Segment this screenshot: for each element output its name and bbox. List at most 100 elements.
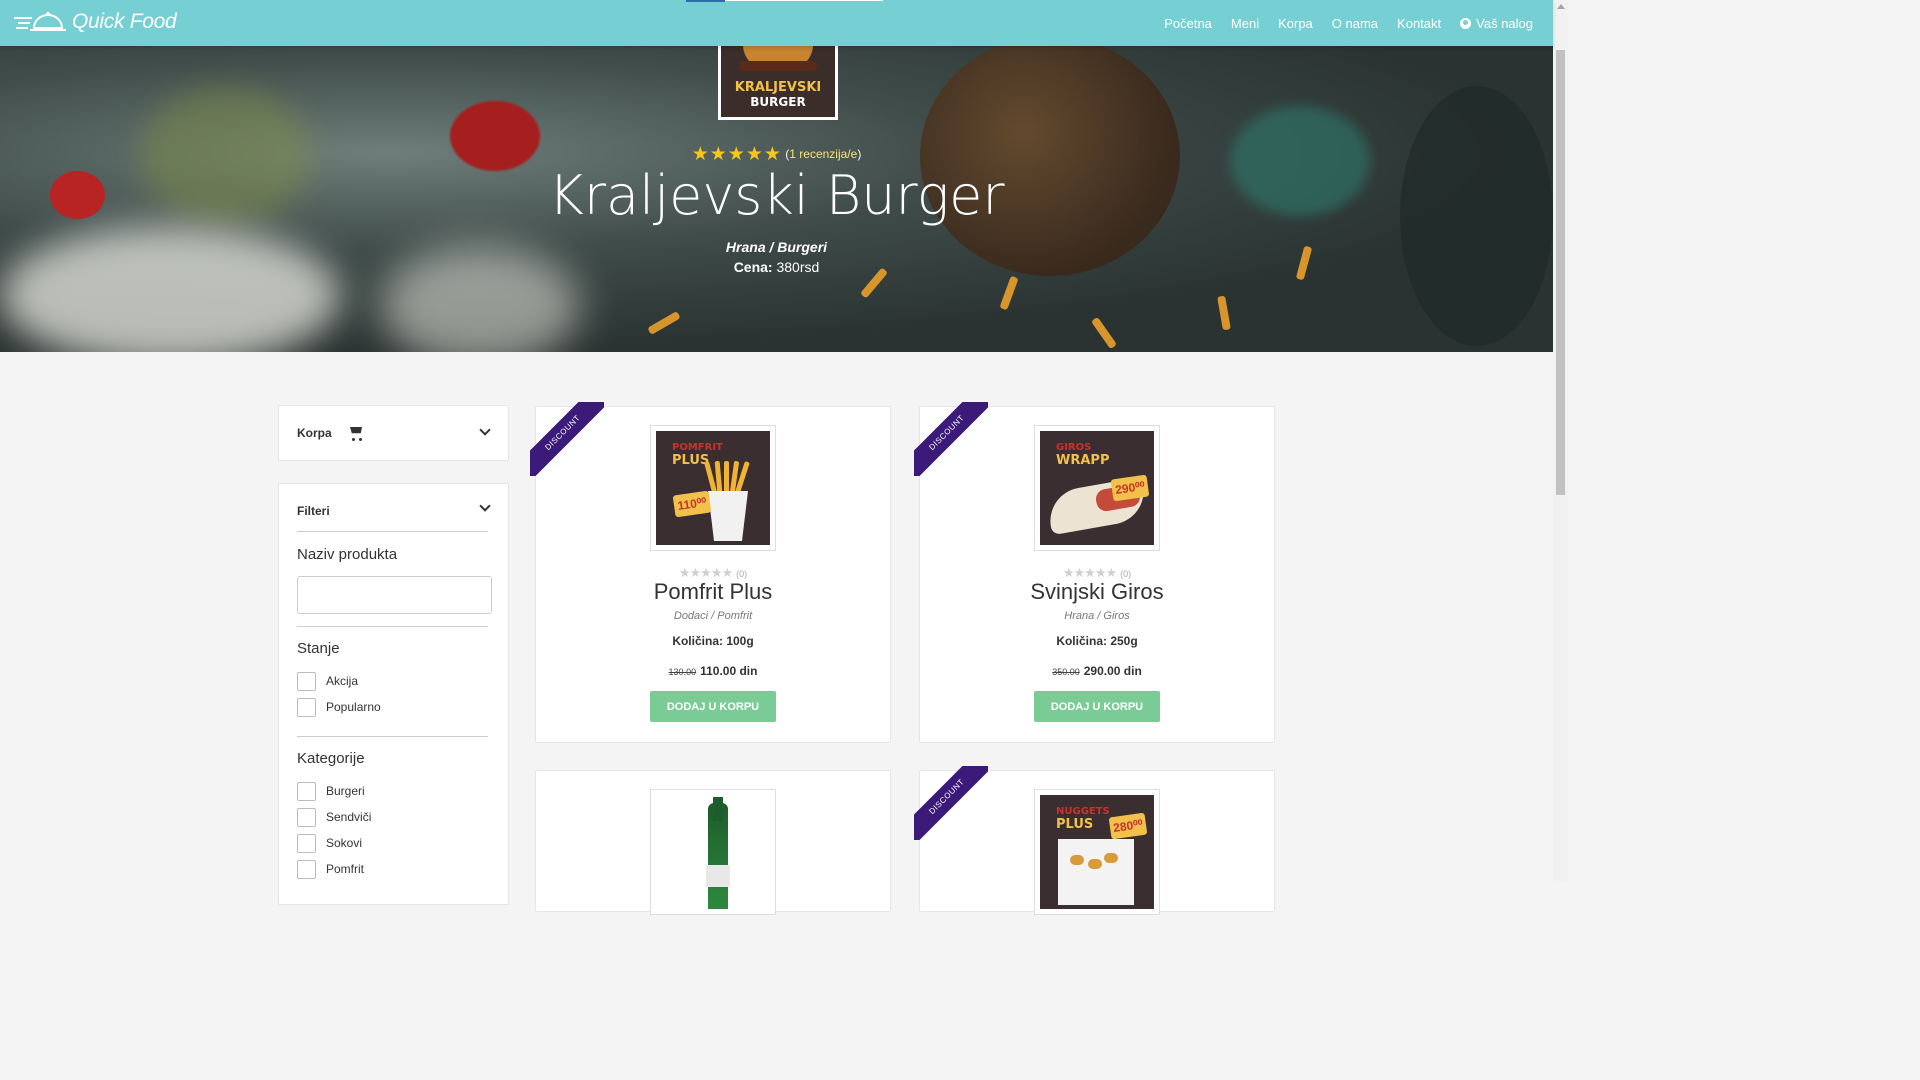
product-category: Hrana / Giros (1064, 610, 1130, 622)
categories-title: Kategorije (297, 750, 365, 767)
star-icon: ★ (727, 144, 746, 165)
star-icon: ★ (763, 144, 782, 165)
user-circle-icon (1460, 17, 1472, 29)
status-option-popularno[interactable]: Popularno (297, 697, 381, 717)
nav-cart[interactable]: Korpa (1278, 16, 1313, 31)
navbar: Quick Food Početna Meni Korpa O nama Kon… (0, 0, 1553, 46)
checkbox[interactable] (297, 671, 316, 691)
image-label-main: WRAPP (1056, 453, 1110, 468)
cart-wheel-shape (359, 438, 362, 441)
main-nav: Početna Meni Korpa O nama Kontakt Vaš na… (1145, 0, 1533, 46)
filters-title: Filteri (297, 504, 330, 518)
add-to-cart-button[interactable]: DODAJ U KORPU (1034, 691, 1160, 722)
hero-image-label: KRALJEVSKI BURGER (721, 81, 835, 110)
divider (297, 626, 488, 627)
image-label: GIROS WRAPP (1056, 441, 1109, 467)
nugget-box-shape (1058, 839, 1134, 905)
current-price: 110.00 din (700, 664, 758, 678)
nav-menu[interactable]: Meni (1231, 16, 1259, 31)
product-card: DISCOUNT GIROS WRAPP 290⁰⁰ ★★★★★ (0) Svinj… (914, 402, 1275, 743)
image-price-tag: 280⁰⁰ (1108, 812, 1148, 840)
nugget-shape (1104, 853, 1118, 863)
review-count: (0) (736, 569, 748, 579)
review-count: (0) (1120, 569, 1132, 579)
product-image[interactable] (650, 789, 776, 915)
chevron-down-icon[interactable] (479, 424, 491, 436)
nav-about[interactable]: O nama (1332, 16, 1378, 31)
category-option-sokovi[interactable]: Sokovi (297, 833, 362, 853)
scrollbar-thumb[interactable] (1556, 50, 1565, 495)
product-name[interactable]: Pomfrit Plus (536, 579, 890, 605)
checkbox-label: Akcija (326, 674, 359, 688)
scroll-up-arrow-icon[interactable] (1557, 4, 1565, 9)
product-image[interactable]: GIROS WRAPP 290⁰⁰ (1034, 425, 1160, 551)
product-image[interactable]: NUGGETS PLUS 280⁰⁰ (1034, 789, 1160, 915)
product-price: 350.00 290.00 din (920, 664, 1274, 678)
divider (297, 531, 488, 532)
nav-home[interactable]: Početna (1164, 16, 1212, 31)
checkbox[interactable] (297, 697, 316, 717)
discount-badge: DISCOUNT (530, 402, 604, 476)
product-category: Dodaci / Pomfrit (673, 610, 753, 622)
star-icon: ★ (745, 144, 764, 165)
image-label: NUGGETS PLUS (1056, 805, 1110, 831)
product-name[interactable]: Svinjski Giros (920, 579, 1274, 605)
add-to-cart-button[interactable]: DODAJ U KORPU (650, 691, 776, 722)
nav-contact[interactable]: Kontakt (1397, 16, 1441, 31)
image-label-main: PLUS (1056, 817, 1094, 832)
checkbox[interactable] (297, 859, 316, 879)
page-scrollbar[interactable] (1553, 0, 1568, 882)
brand-name: Quick Food (72, 10, 177, 33)
bottle-label-shape (706, 865, 730, 887)
product-name-label: Naziv produkta (297, 546, 398, 563)
status-title: Stanje (297, 640, 340, 657)
checkbox-label: Burgeri (326, 784, 365, 798)
beer-bottle-shape (708, 797, 728, 909)
old-price: 350.00 (1052, 667, 1080, 677)
status-option-akcija[interactable]: Akcija (297, 671, 358, 691)
hero-product-image: KRALJEVSKI BURGER (718, 46, 838, 120)
product-image-art (656, 795, 770, 909)
category-option-sendvici[interactable]: Sendviči (297, 807, 371, 827)
product-image[interactable]: POMFRIT PLUS 110⁰⁰ (650, 425, 776, 551)
hero-rating: ★★★★★ (1 recenzija/e) (0, 143, 1553, 166)
divider (297, 736, 488, 737)
cart-wheel-shape (352, 438, 355, 441)
chevron-down-icon[interactable] (479, 500, 491, 512)
hero-bg-fry (1090, 316, 1118, 350)
category-option-burgeri[interactable]: Burgeri (297, 781, 365, 801)
nugget-shape (1088, 859, 1102, 869)
shopping-cart-icon (350, 427, 362, 434)
hero-banner: KRALJEVSKI BURGER ★★★★★ (1 recenzija/e) … (0, 46, 1553, 352)
product-title: Kraljevski Burger (548, 164, 1005, 227)
checkbox[interactable] (297, 781, 316, 801)
checkbox-label: Sendviči (326, 810, 372, 824)
checkbox[interactable] (297, 807, 316, 827)
hero-image-label-line2: BURGER (750, 95, 806, 109)
price-value: 380rsd (776, 259, 820, 275)
product-quantity: Količina: 250g (1056, 634, 1138, 648)
discount-ribbon: DISCOUNT (914, 402, 988, 476)
cart-panel[interactable]: Korpa (278, 405, 509, 461)
brand-logo[interactable]: Quick Food (14, 10, 177, 34)
filters-panel: Filteri Naziv produkta Stanje Akcija Pop… (278, 483, 509, 905)
hero-bg-fry (999, 275, 1019, 311)
product-image-art: GIROS WRAPP 290⁰⁰ (1040, 431, 1154, 545)
checkbox-label: Popularno (326, 700, 381, 714)
checkbox[interactable] (297, 833, 316, 853)
product-name-input[interactable] (297, 576, 492, 614)
category-option-pomfrit[interactable]: Pomfrit (297, 859, 364, 879)
discount-ribbon: DISCOUNT (914, 766, 988, 840)
product-card: DISCOUNT NUGGETS PLUS 280⁰⁰ (914, 766, 1275, 915)
image-price-tag: 290⁰⁰ (1110, 474, 1150, 502)
hero-bg-fry (1217, 295, 1231, 331)
nav-account-label: Vaš nalog (1476, 15, 1533, 31)
product-price: 130.00 110.00 din (536, 664, 890, 678)
nav-account[interactable]: Vaš nalog (1460, 16, 1533, 31)
price-label: Cena: (733, 259, 773, 275)
reviews-link[interactable]: 1 recenzija/e (789, 147, 857, 161)
product-image-art: NUGGETS PLUS 280⁰⁰ (1040, 795, 1154, 909)
product-quantity: Količina: 100g (672, 634, 754, 648)
star-icon: ★ (691, 144, 710, 165)
cart-panel-title: Korpa (297, 426, 332, 440)
